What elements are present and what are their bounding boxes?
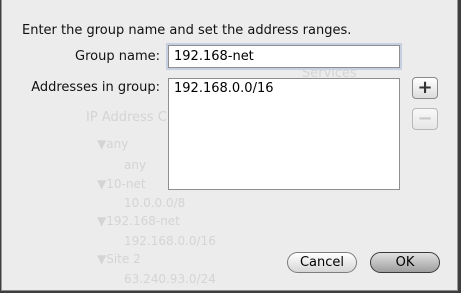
- add-address-button[interactable]: +: [412, 77, 438, 99]
- bg-tree-address-3: 192.168.0.0/16: [124, 234, 216, 248]
- dialog-prompt: Enter the group name and set the address…: [22, 23, 352, 38]
- bg-header: IP Address C: [86, 110, 167, 125]
- plus-icon: +: [417, 77, 433, 98]
- ok-button[interactable]: OK: [370, 252, 440, 273]
- bg-tree-address-2: 10.0.0.0/8: [124, 196, 186, 210]
- bg-tree-group-4: ▼Site 2: [97, 252, 141, 266]
- triangle-down-icon: ▼: [97, 214, 107, 228]
- triangle-down-icon: ▼: [97, 177, 107, 191]
- address-group-sheet: Services IP Address C ▼any any ▼10-net 1…: [1, 0, 458, 291]
- bg-tree-group-1: ▼any: [97, 137, 129, 151]
- group-name-label: Group name:: [75, 49, 160, 64]
- addresses-label: Addresses in group:: [31, 80, 160, 95]
- bg-tree-address-4: 63.240.93.0/24: [124, 272, 216, 286]
- group-name-field[interactable]: 192.168-net: [168, 45, 400, 68]
- addresses-list[interactable]: 192.168.0.0/16: [168, 78, 400, 190]
- minus-icon: −: [417, 108, 433, 129]
- list-item[interactable]: 192.168.0.0/16: [169, 79, 399, 96]
- bg-tree-group-2: ▼10-net: [97, 177, 146, 191]
- triangle-down-icon: ▼: [97, 137, 107, 151]
- cancel-button[interactable]: Cancel: [287, 252, 357, 273]
- remove-address-button[interactable]: −: [412, 108, 438, 130]
- triangle-down-icon: ▼: [97, 252, 107, 266]
- bg-tree-group-3: ▼192.168-net: [97, 214, 180, 228]
- bg-tree-address-1: any: [124, 158, 147, 172]
